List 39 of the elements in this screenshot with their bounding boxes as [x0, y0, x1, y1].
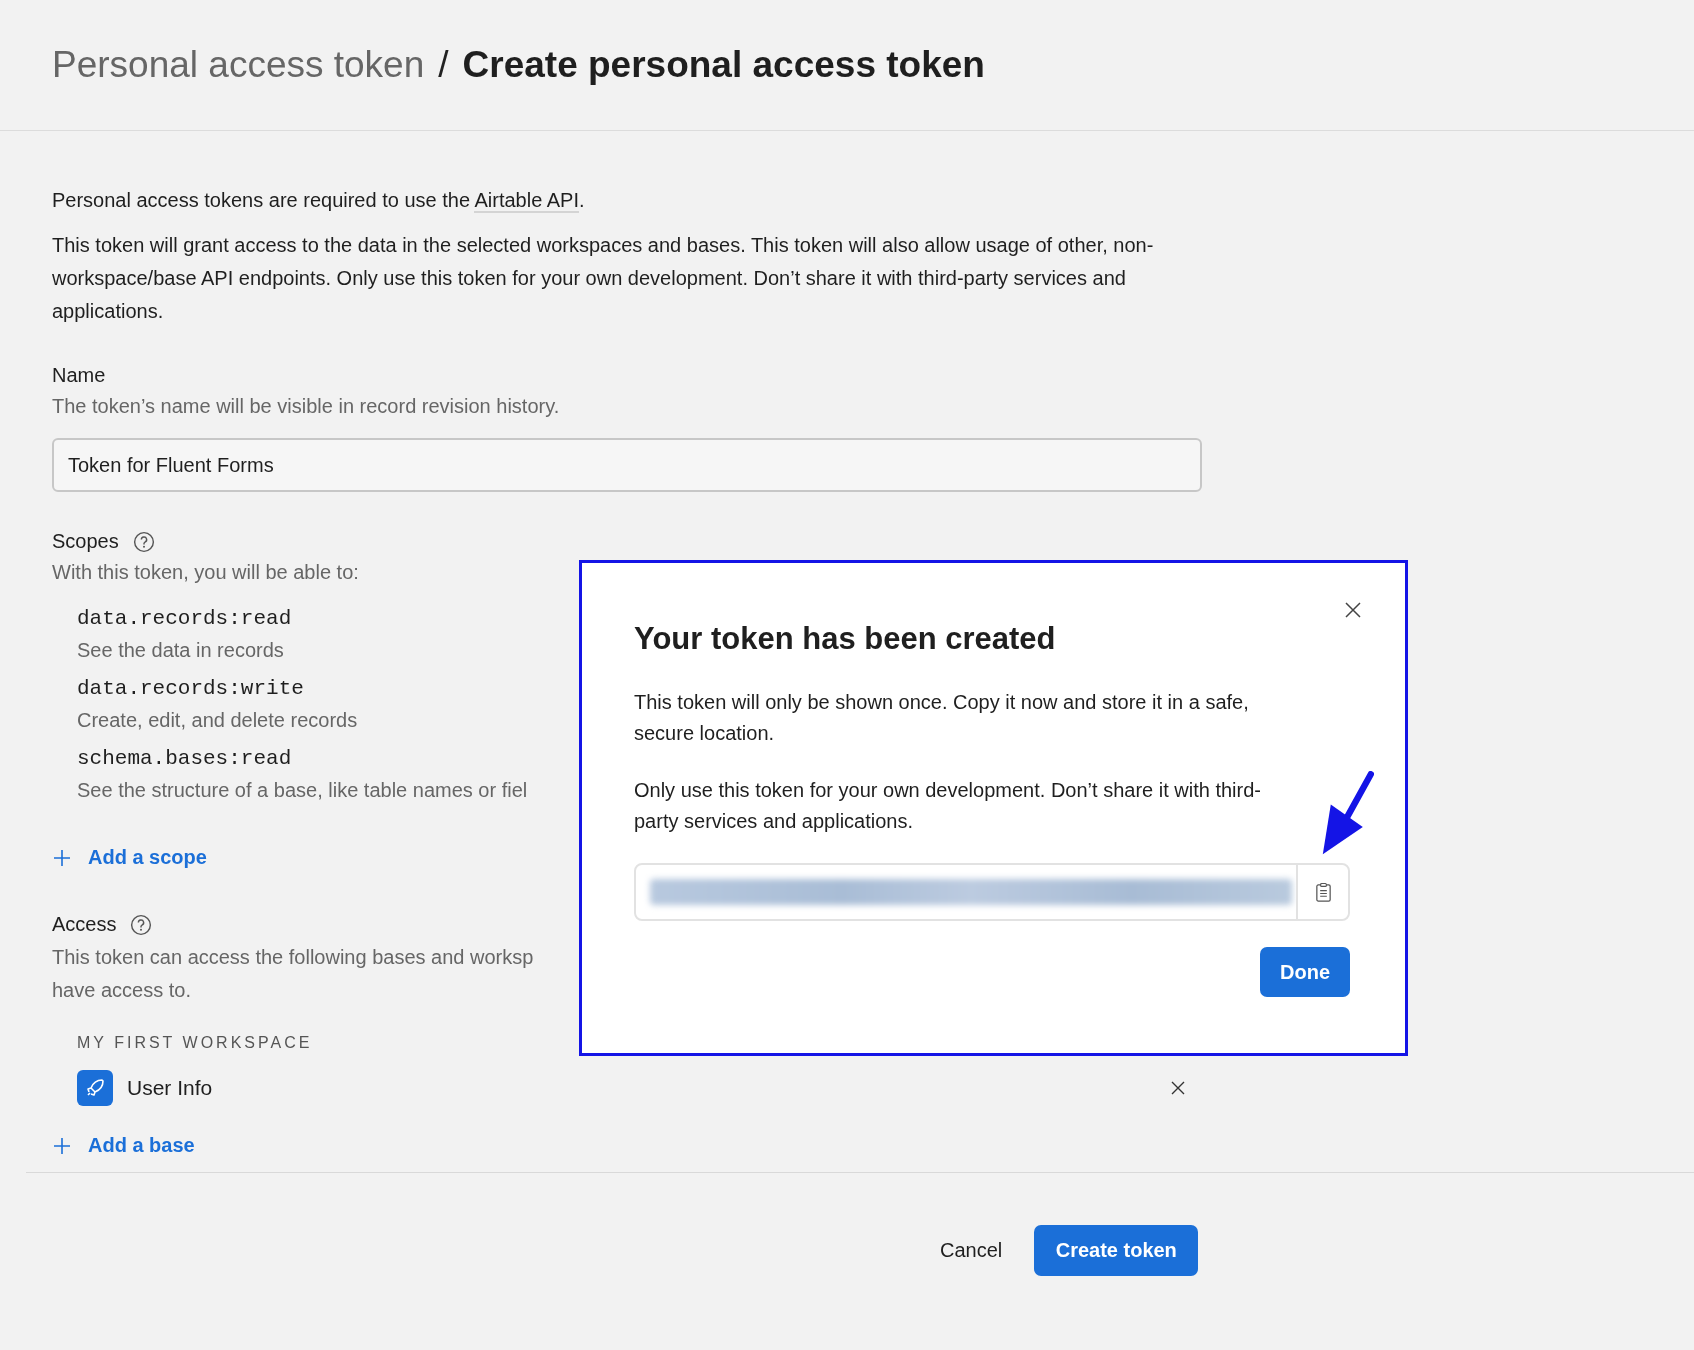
- section-hint: have access to.: [52, 978, 191, 1003]
- create-token-button[interactable]: Create token: [1034, 1225, 1199, 1276]
- scope-description: See the structure of a base, like table names or fiel: [77, 779, 528, 802]
- intro-text: Personal access tokens are required to use the Airtable API.: [52, 188, 585, 215]
- cancel-button[interactable]: Cancel: [940, 1239, 1003, 1262]
- close-icon[interactable]: [1343, 600, 1363, 620]
- scope-name: data.records:write: [77, 677, 305, 700]
- add-base-button[interactable]: Add a base: [52, 1134, 195, 1157]
- breadcrumb-separator: /: [438, 44, 449, 86]
- help-icon[interactable]: [130, 913, 153, 936]
- section-hint: This token can access the following bases and worksp: [52, 945, 534, 970]
- clipboard-icon: [1313, 881, 1333, 903]
- close-icon[interactable]: [1170, 1080, 1186, 1096]
- plus-icon: [52, 1135, 72, 1156]
- base-name[interactable]: User Info: [127, 1076, 1170, 1100]
- dialog-text: This token will only be shown once. Copy it now and store it in a safe, secure location.: [634, 690, 1250, 746]
- section-label: Access: [52, 913, 117, 936]
- page-title: Create personal access token: [462, 44, 985, 86]
- rocket-icon: [77, 1070, 113, 1106]
- scope-name: data.records:read: [77, 607, 293, 630]
- done-button[interactable]: Done: [1260, 947, 1350, 997]
- name-input[interactable]: Token for Fluent Forms: [52, 438, 1202, 492]
- workspace-heading: MY FIRST WORKSPACE: [77, 1034, 313, 1052]
- add-scope-button[interactable]: Add a scope: [52, 846, 207, 869]
- scope-description: Create, edit, and delete records: [77, 709, 359, 732]
- scope-name: schema.bases:read: [77, 747, 293, 770]
- dialog-title: Your token has been created: [634, 621, 1057, 657]
- help-icon[interactable]: [132, 530, 155, 553]
- description-text: This token will grant access to the data in the selected workspaces and bases. This token will also allow usage of other, non-workspace/base API endpoints. Only use this token for your own development. Don’t share it with third-party services and applications.: [52, 233, 1155, 324]
- token-field[interactable]: [634, 863, 1350, 921]
- section-hint: With this token, you will be able to:: [52, 561, 359, 584]
- api-link[interactable]: Airtable API: [474, 189, 579, 213]
- dialog-text: Only use this token for your own development. Don’t share it with third-party services and applications.: [634, 778, 1262, 834]
- breadcrumb-link[interactable]: Personal access token: [52, 44, 425, 86]
- scope-description: See the data in records: [77, 639, 285, 662]
- field-label: Name: [52, 364, 106, 387]
- field-hint: The token’s name will be visible in record revision history.: [52, 395, 560, 418]
- plus-icon: [52, 847, 72, 868]
- section-label: Scopes: [52, 530, 119, 553]
